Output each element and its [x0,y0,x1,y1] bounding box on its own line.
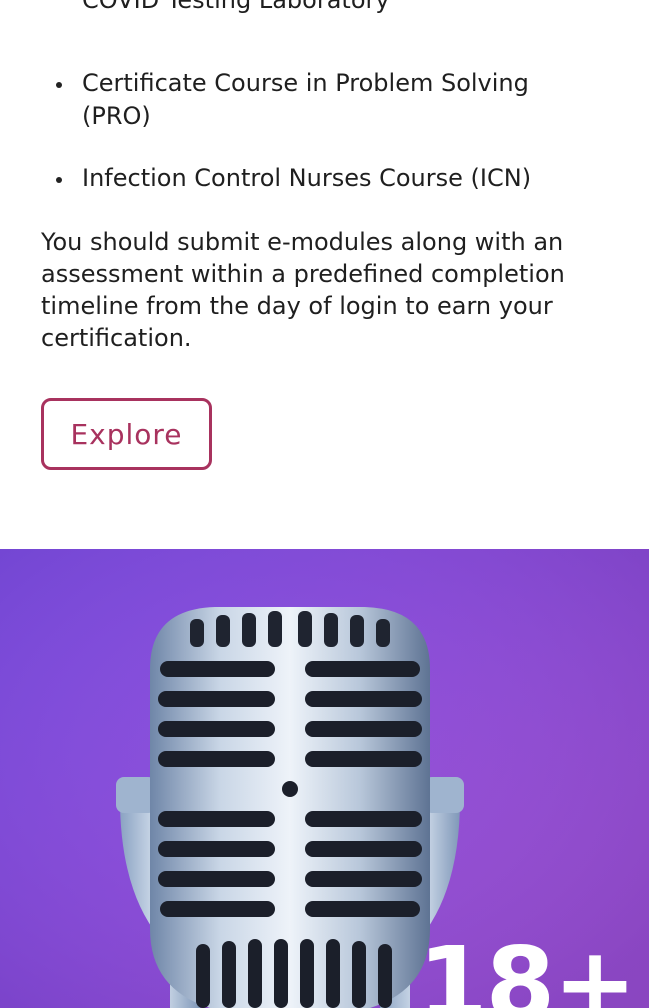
course-item-infection-control[interactable]: Infection Control Nurses Course (ICN) [56,162,602,195]
explore-button[interactable]: Explore [41,398,212,470]
podcast-banner[interactable]: 18+ [0,549,649,1008]
course-item-label: COVID Testing Laboratory [82,0,390,14]
course-item-label: Infection Control Nurses Course (ICN) [82,164,532,192]
banner-badge-text: 18+ [418,925,637,1008]
course-item-covid-testing[interactable]: COVID Testing Laboratory [82,0,602,17]
course-description: You should submit e-modules along with a… [41,228,565,352]
course-item-label: Certificate Course in Problem Solving (P… [82,69,529,130]
course-item-problem-solving[interactable]: Certificate Course in Problem Solving (P… [56,67,602,133]
page: COVID Testing Laboratory Certificate Cou… [0,0,649,1008]
